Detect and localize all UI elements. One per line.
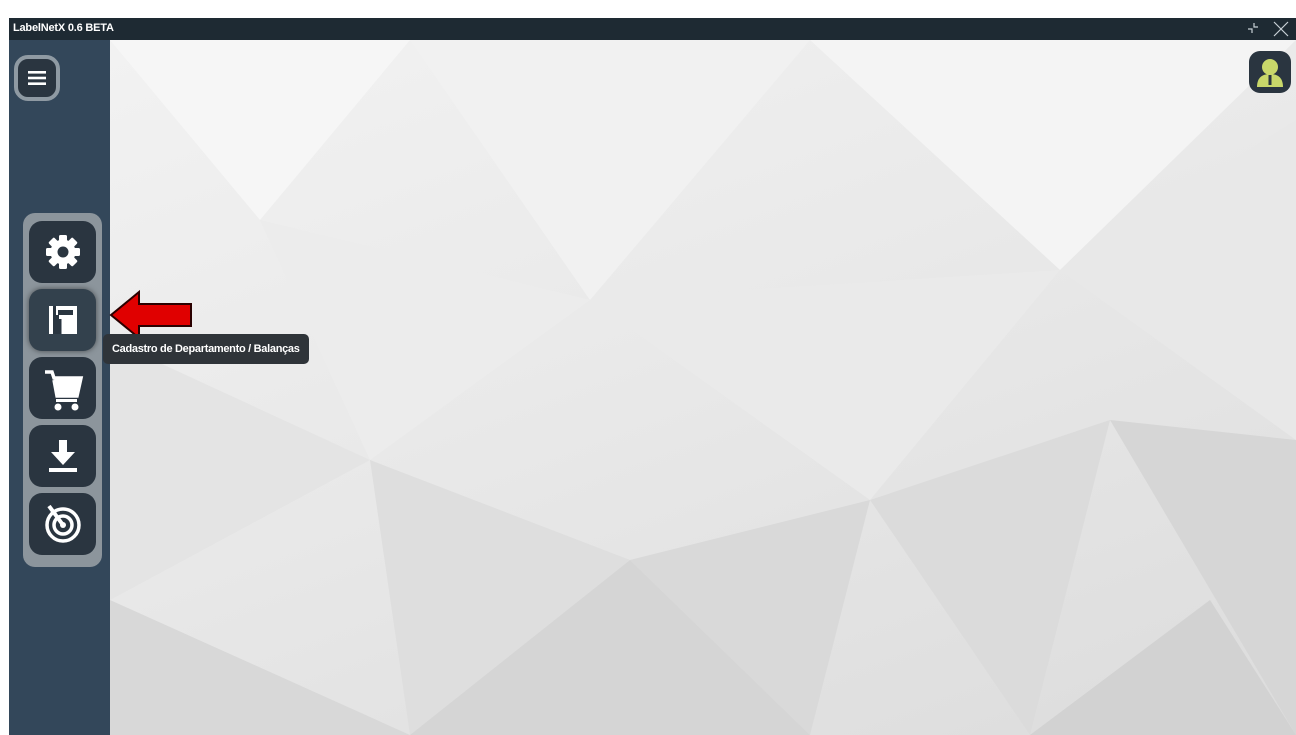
departments-button[interactable]	[29, 289, 96, 351]
content-area	[110, 40, 1296, 735]
close-icon	[1273, 21, 1289, 37]
download-button[interactable]	[29, 425, 96, 487]
app-window: LabelNetX 0.6 BETA Cadastro de Departame…	[9, 18, 1296, 735]
sidebar	[9, 40, 110, 735]
close-button[interactable]	[1268, 18, 1294, 40]
cart-button[interactable]	[29, 357, 96, 419]
settings-button[interactable]	[29, 221, 96, 283]
hamburger-menu-icon	[28, 71, 46, 85]
background-pattern	[110, 40, 1296, 735]
radar-button[interactable]	[29, 493, 96, 555]
restore-button[interactable]	[1240, 18, 1266, 40]
user-avatar-icon	[1257, 59, 1283, 87]
tooltip: Cadastro de Departamento / Balanças	[103, 334, 309, 364]
nav-panel	[23, 213, 102, 567]
download-icon	[49, 440, 77, 472]
user-button[interactable]	[1249, 51, 1291, 93]
app-title: LabelNetX 0.6 BETA	[13, 22, 114, 34]
document-heading-cropped	[0, 0, 1296, 18]
radar-icon	[45, 504, 81, 543]
restore-icon	[1248, 23, 1258, 33]
gear-icon	[46, 235, 80, 269]
shopping-cart-icon	[45, 370, 84, 411]
menu-button[interactable]	[14, 55, 60, 101]
layout-grid-icon	[49, 306, 77, 334]
titlebar: LabelNetX 0.6 BETA	[9, 18, 1296, 40]
